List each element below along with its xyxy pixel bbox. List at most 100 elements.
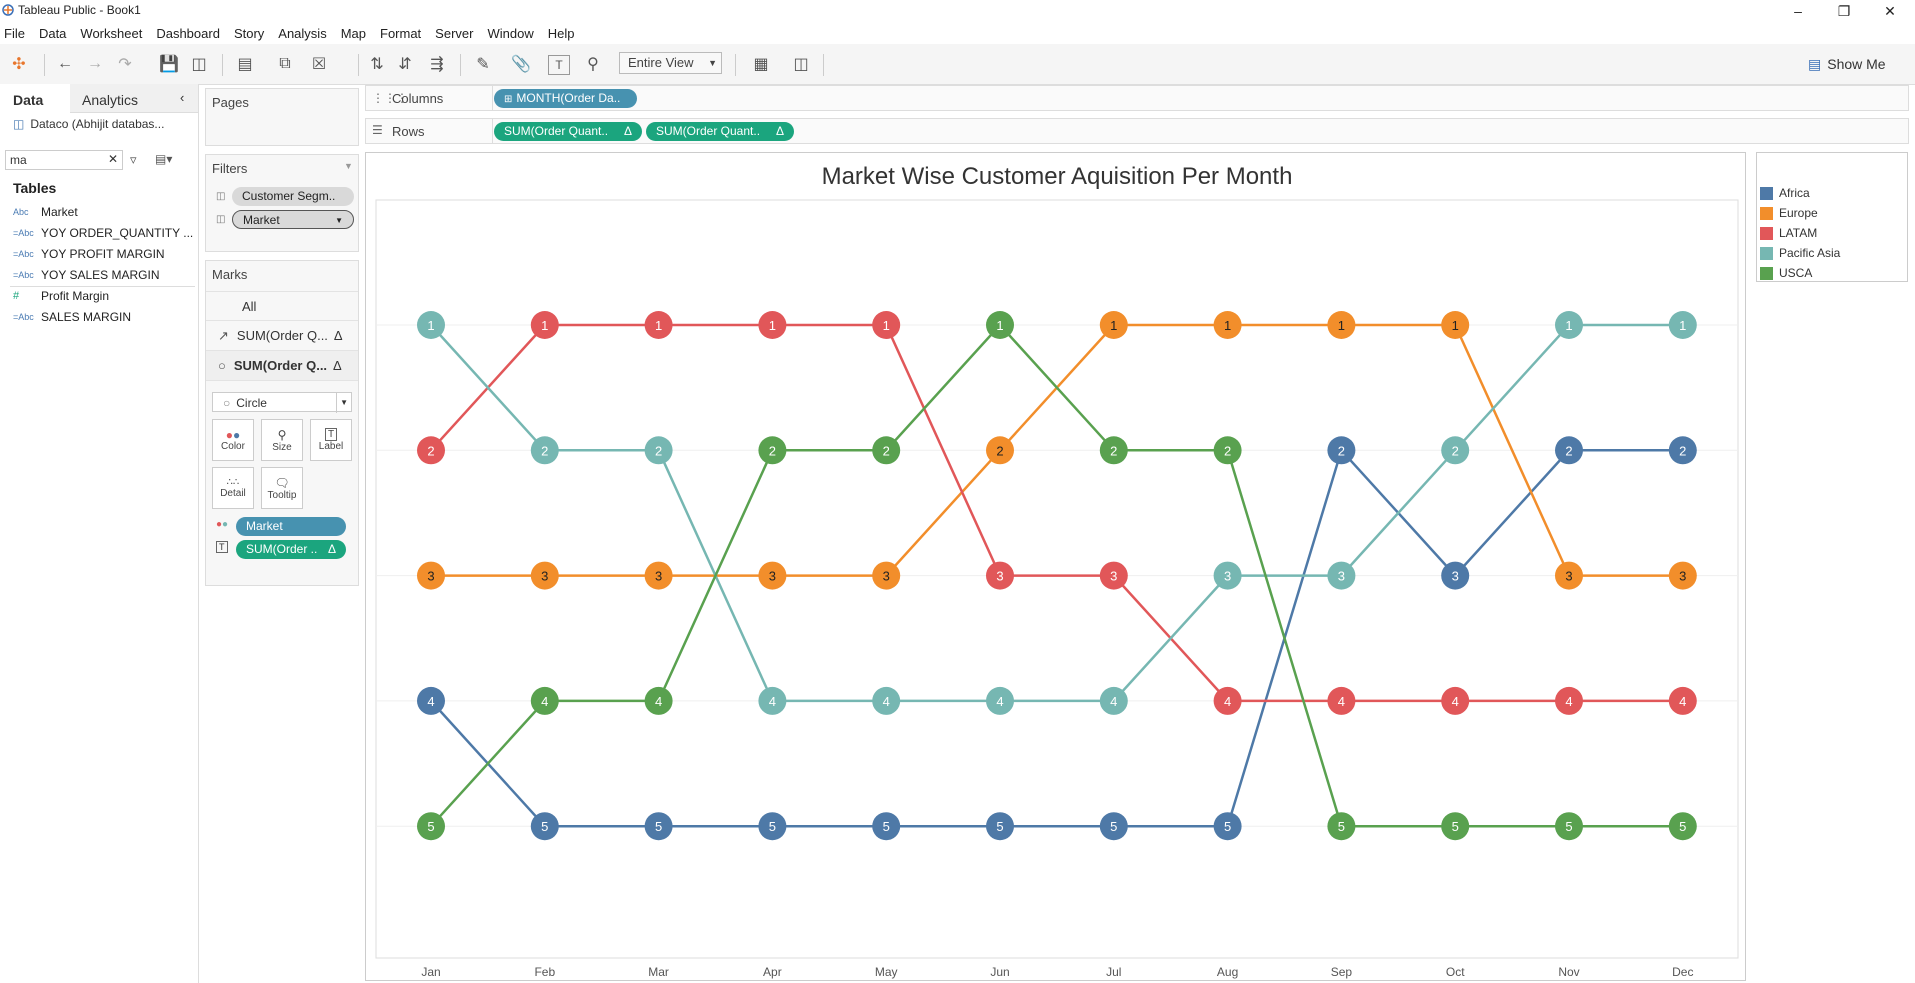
filter-icon[interactable]: ▿ (130, 152, 137, 168)
data-point[interactable]: 3 (1441, 561, 1470, 590)
data-point[interactable]: 1 (1555, 311, 1583, 339)
menu-item-dashboard[interactable]: Dashboard (156, 26, 220, 41)
data-point[interactable]: 3 (417, 561, 445, 590)
field-search-input[interactable]: ma ✕ (5, 150, 123, 170)
swap-icon[interactable]: ⇅ (364, 52, 390, 76)
data-point[interactable]: 4 (644, 686, 673, 715)
data-point[interactable]: 5 (1213, 812, 1242, 841)
data-point[interactable]: 2 (1441, 436, 1470, 465)
menu-item-analysis[interactable]: Analysis (278, 26, 326, 41)
data-point[interactable]: 3 (1213, 561, 1242, 590)
duplicate-icon[interactable]: ⧉ (272, 52, 298, 76)
data-point[interactable]: 2 (1099, 436, 1128, 465)
data-point[interactable]: 5 (758, 812, 787, 841)
legend-item-pacific-asia[interactable]: Pacific Asia (1760, 246, 1840, 260)
data-point[interactable]: 2 (1555, 436, 1583, 465)
field-item[interactable]: =Abc YOY SALES MARGIN (13, 268, 159, 282)
legend-item-europe[interactable]: Europe (1760, 206, 1818, 220)
data-point[interactable]: 3 (1555, 561, 1583, 590)
detail-button[interactable]: ∴∴ Detail (212, 467, 254, 509)
data-point[interactable]: 3 (1668, 561, 1697, 590)
mark-type-select[interactable]: ○ Circle ▼ (212, 392, 352, 413)
data-point[interactable]: 3 (1327, 561, 1356, 590)
fit-view-select[interactable]: Entire View ▼ (619, 52, 722, 74)
menu-item-map[interactable]: Map (341, 26, 366, 41)
series-line-africa[interactable] (430, 447, 1683, 828)
show-labels-icon[interactable]: T (548, 55, 570, 75)
data-point[interactable]: 1 (1327, 311, 1356, 339)
show-me-button[interactable]: ▤ Show Me (1808, 52, 1904, 76)
datasource-item[interactable]: ◫ Dataco (Abhijit databas... (13, 117, 164, 131)
undo-icon[interactable]: ← (52, 52, 78, 76)
save-icon[interactable]: 💾 (156, 52, 182, 76)
group-icon[interactable]: 📎 (508, 52, 534, 76)
data-point[interactable]: 2 (1213, 436, 1242, 465)
data-point[interactable]: 4 (986, 686, 1014, 715)
legend-item-africa[interactable]: Africa (1760, 186, 1810, 200)
data-point[interactable]: 2 (758, 436, 787, 465)
field-item[interactable]: =Abc YOY PROFIT MARGIN (13, 247, 165, 261)
data-point[interactable]: 5 (530, 812, 559, 841)
filter-pill-customer-segment[interactable]: Customer Segm.. (232, 187, 354, 206)
data-point[interactable]: 3 (758, 561, 787, 590)
data-point[interactable]: 1 (1213, 311, 1242, 339)
data-point[interactable]: 5 (872, 812, 901, 841)
data-point[interactable]: 5 (1555, 812, 1583, 841)
marks-layer-line[interactable]: ↗ SUM(Order Q... Δ (206, 321, 358, 351)
new-worksheet-icon[interactable]: ▤ (232, 52, 258, 76)
data-point[interactable]: 1 (1099, 311, 1128, 339)
show-cards-icon[interactable]: ▦ (748, 52, 774, 76)
color-button[interactable]: ●● Color (212, 419, 254, 461)
series-line-latam[interactable] (430, 323, 1683, 703)
data-point[interactable]: 2 (872, 436, 901, 465)
rows-shelf[interactable]: ☰ Rows SUM(Order Quant.. Δ SUM(Order Qua… (365, 118, 1909, 144)
data-point[interactable]: 1 (986, 311, 1014, 339)
columns-pill-month[interactable]: ⊞ MONTH(Order Da.. (494, 89, 637, 108)
marks-layer-circle[interactable]: ○ SUM(Order Q... Δ (206, 351, 358, 381)
data-point[interactable]: 5 (417, 812, 445, 841)
marks-all-row[interactable]: All (206, 291, 358, 321)
field-item[interactable]: =Abc SALES MARGIN (13, 310, 131, 324)
pages-card[interactable]: Pages (205, 88, 359, 146)
data-point[interactable]: 5 (1441, 812, 1470, 841)
data-point[interactable]: 4 (1099, 686, 1128, 715)
data-point[interactable]: 1 (1668, 311, 1697, 339)
data-point[interactable]: 1 (872, 311, 901, 339)
data-point[interactable]: 4 (1213, 686, 1242, 715)
data-point[interactable]: 4 (530, 686, 559, 715)
collapse-pane-icon[interactable]: ‹ (180, 90, 184, 105)
data-point[interactable]: 5 (1099, 812, 1128, 841)
data-point[interactable]: 4 (1441, 686, 1470, 715)
data-point[interactable]: 1 (530, 311, 559, 339)
tableau-home-icon[interactable]: ✣ (6, 52, 32, 76)
data-point[interactable]: 4 (1327, 686, 1356, 715)
tooltip-button[interactable]: 🗨 Tooltip (261, 467, 303, 509)
data-point[interactable]: 2 (417, 436, 445, 465)
minimize-icon[interactable]: – (1775, 0, 1821, 22)
data-point[interactable]: 4 (1555, 686, 1583, 715)
data-point[interactable]: 1 (1441, 311, 1470, 339)
legend-item-usca[interactable]: USCA (1760, 266, 1812, 280)
tab-data[interactable]: Data (0, 84, 71, 112)
data-point[interactable]: 2 (644, 436, 673, 465)
menu-item-file[interactable]: File (4, 26, 25, 41)
data-point[interactable]: 3 (1099, 561, 1128, 590)
field-item[interactable]: =Abc YOY ORDER_QUANTITY ... (13, 226, 193, 240)
data-point[interactable]: 3 (644, 561, 673, 590)
data-point[interactable]: 4 (872, 686, 901, 715)
columns-shelf[interactable]: ⋮⋮⋮ Columns ⊞ MONTH(Order Da.. (365, 85, 1909, 111)
data-point[interactable]: 1 (644, 311, 673, 339)
menu-item-data[interactable]: Data (39, 26, 66, 41)
sort-ascending-icon[interactable]: ⇵ (392, 52, 418, 76)
marks-pill-market[interactable]: Market (236, 517, 346, 536)
data-point[interactable]: 2 (1327, 436, 1356, 465)
field-item[interactable]: # Profit Margin (13, 289, 109, 303)
pin-icon[interactable]: ⚲ (580, 52, 606, 76)
menu-item-server[interactable]: Server (435, 26, 473, 41)
clear-search-icon[interactable]: ✕ (108, 152, 118, 166)
data-point[interactable]: 3 (530, 561, 559, 590)
presentation-mode-icon[interactable]: ◫ (788, 52, 814, 76)
size-button[interactable]: ⚲ Size (261, 419, 303, 461)
data-point[interactable]: 3 (986, 561, 1014, 590)
data-point[interactable]: 4 (758, 686, 787, 715)
